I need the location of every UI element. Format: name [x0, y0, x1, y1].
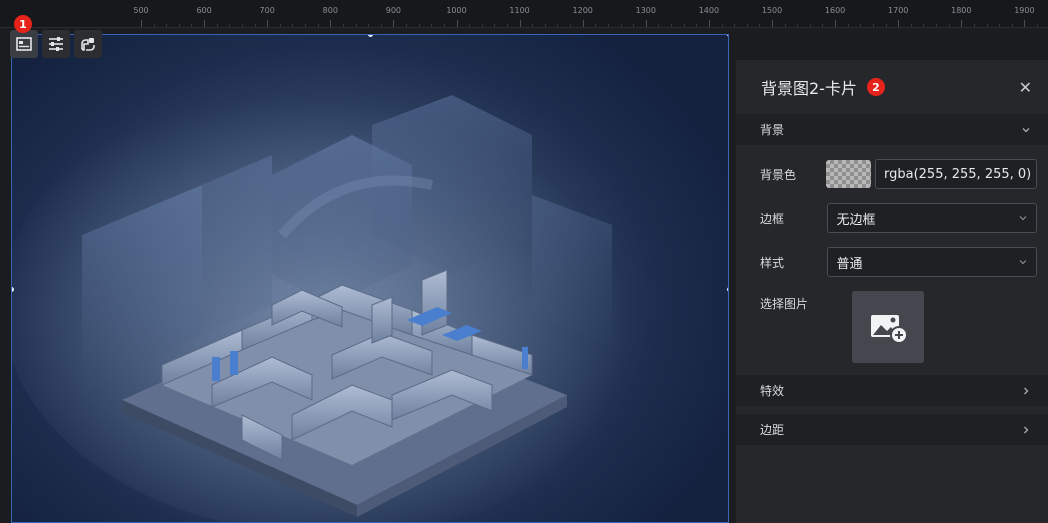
ruler-tick — [204, 20, 206, 27]
style-row: 样式 普通 — [736, 247, 1048, 277]
panel-title: 背景图2-卡片 — [761, 79, 857, 98]
ruler-minor-tick — [860, 24, 862, 27]
ruler-label: 1700 — [888, 6, 909, 15]
step-marker-1: 1 — [14, 15, 32, 33]
ruler-tick — [267, 20, 269, 27]
sliders-icon — [49, 37, 63, 51]
ruler-tick — [582, 20, 584, 27]
ruler-minor-tick — [973, 24, 975, 27]
building-illustration — [12, 75, 662, 522]
ruler-tick — [961, 20, 963, 27]
ruler-minor-tick — [872, 24, 874, 27]
bg-color-row: 背景色 rgba(255, 255, 255, 0) — [736, 159, 1048, 189]
ruler-tick — [141, 20, 142, 27]
chevron-right-icon — [1024, 387, 1029, 394]
margin-section-header[interactable]: 边距 — [736, 414, 1048, 445]
chevron-down-icon — [1019, 260, 1027, 265]
style-select[interactable]: 普通 — [827, 247, 1037, 277]
ruler-minor-tick — [809, 24, 811, 27]
image-label: 选择图片 — [760, 297, 809, 311]
resize-handle-top-right[interactable] — [727, 35, 728, 37]
border-select-value: 无边框 — [836, 212, 876, 228]
ruler-label: 1800 — [951, 6, 972, 15]
background-section-label: 背景 — [760, 123, 785, 137]
component-button[interactable] — [74, 30, 102, 58]
image-card-button[interactable] — [10, 30, 38, 58]
ruler-minor-tick — [948, 24, 950, 27]
margin-section-label: 边距 — [760, 423, 785, 437]
style-select-value: 普通 — [836, 256, 863, 272]
ruler-tick — [519, 20, 521, 27]
ruler-minor-tick — [986, 24, 988, 27]
bg-color-input[interactable]: rgba(255, 255, 255, 0) — [875, 159, 1037, 189]
ruler-label: 1600 — [824, 6, 846, 15]
ruler-minor-tick — [923, 24, 925, 27]
background-card[interactable] — [11, 34, 729, 523]
image-picker-button[interactable] — [852, 291, 924, 363]
border-select[interactable]: 无边框 — [827, 203, 1037, 233]
add-image-icon — [871, 315, 908, 344]
border-label: 边框 — [760, 211, 785, 226]
ruler-tick — [708, 20, 710, 27]
ruler-minor-tick — [797, 24, 799, 27]
ruler-label: 1100 — [509, 6, 530, 15]
ruler-tick — [330, 20, 332, 27]
ruler-label: 500 — [133, 6, 149, 15]
step-marker-2: 2 — [866, 78, 885, 96]
ruler-minor-tick — [1011, 24, 1013, 27]
component-icon — [81, 38, 95, 51]
ruler-tick — [772, 20, 773, 27]
ruler-tick — [1024, 20, 1026, 27]
resize-handle-right[interactable] — [727, 287, 728, 292]
effects-section-header[interactable]: 特效 — [736, 375, 1048, 406]
ruler-minor-tick — [847, 24, 849, 27]
ruler-label: 900 — [385, 6, 402, 15]
color-swatch[interactable] — [826, 160, 871, 188]
ruler-label: 700 — [259, 6, 275, 15]
ruler-label: 1900 — [1014, 6, 1035, 15]
border-row: 边框 无边框 — [736, 203, 1048, 233]
ruler-minor-tick — [910, 24, 912, 27]
background-section-header[interactable]: 背景 — [736, 114, 1048, 145]
image-card-icon — [16, 37, 32, 51]
ruler-minor-tick — [822, 24, 824, 27]
image-row: 选择图片 — [736, 291, 1048, 363]
ruler-label: 1500 — [761, 6, 783, 15]
properties-panel: 背景图2-卡片 2 ✕ 背景 背景色 rgba(255, 255, 255, 0… — [736, 60, 1048, 523]
settings-sliders-button[interactable] — [42, 30, 70, 58]
ruler-label: 1300 — [635, 6, 656, 15]
ruler-tick — [393, 20, 395, 27]
ruler-tick — [456, 20, 458, 27]
ruler-tick — [645, 20, 647, 27]
chevron-right-icon — [1024, 426, 1029, 433]
chevron-down-icon — [1022, 127, 1030, 132]
style-label: 样式 — [760, 255, 785, 270]
panel-header: 背景图2-卡片 2 ✕ — [736, 60, 1048, 114]
ruler-label: 600 — [196, 6, 212, 15]
ruler-minor-tick — [784, 24, 786, 27]
ruler-minor-tick — [759, 24, 761, 27]
ruler-label: 1200 — [572, 6, 593, 15]
ruler-minor-tick — [999, 24, 1001, 27]
effects-section-label: 特效 — [760, 384, 785, 398]
ruler-minor-tick — [885, 24, 887, 27]
ruler-label: 1400 — [698, 6, 720, 15]
ruler-minor-tick — [746, 24, 748, 27]
bg-color-label: 背景色 — [760, 167, 797, 182]
ruler-tick — [898, 20, 900, 27]
horizontal-ruler: 500 600 700 800 900 1000 1100 1200 1300 1400 1500 1… — [0, 0, 1048, 28]
ruler-label: 1000 — [446, 6, 467, 15]
ruler-minor-tick — [936, 24, 938, 27]
ruler-label: 800 — [322, 6, 338, 15]
chevron-down-icon — [1019, 216, 1027, 221]
close-icon[interactable]: ✕ — [1019, 78, 1032, 97]
ruler-minor-tick — [1037, 24, 1039, 27]
ruler-tick — [835, 20, 837, 27]
